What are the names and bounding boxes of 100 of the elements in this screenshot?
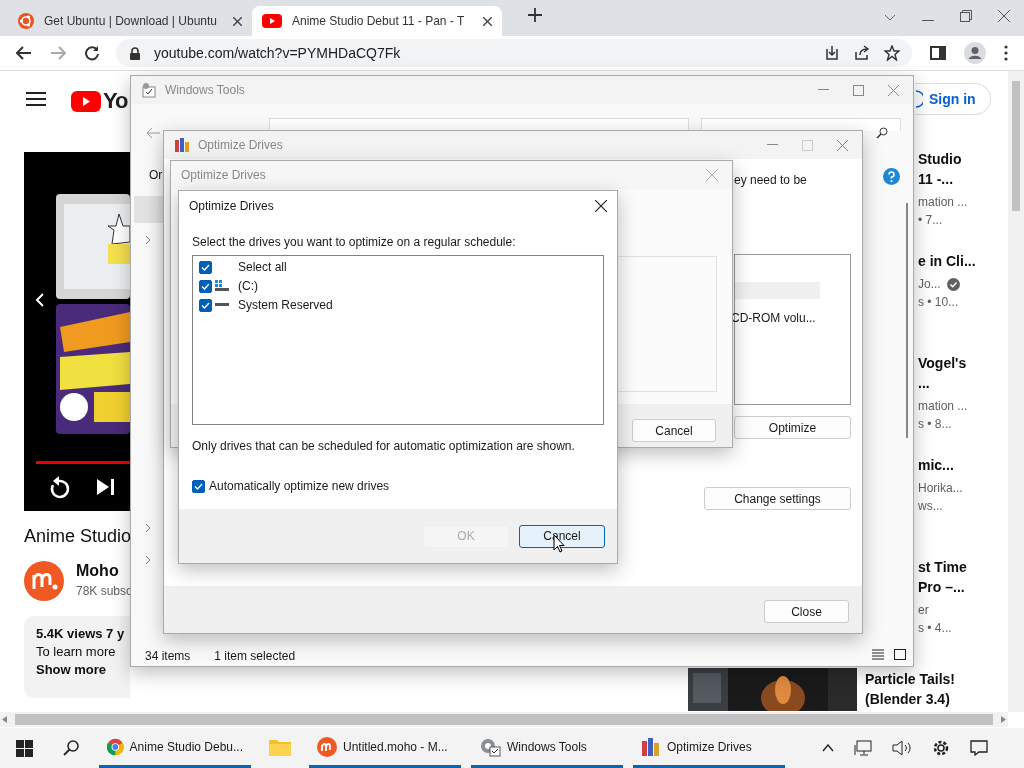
- taskbar-app[interactable]: Untitled.moho - M...: [309, 728, 461, 768]
- video-title[interactable]: (Blender 3.4): [865, 689, 955, 709]
- replay-icon[interactable]: [48, 476, 70, 500]
- scrollbar[interactable]: [0, 712, 1008, 727]
- video-meta: s • 8...: [918, 416, 953, 433]
- defrag-icon: [641, 736, 661, 757]
- description-box[interactable]: 5.4K views 7 y To learn more Show more: [24, 616, 130, 698]
- close-button[interactable]: Close: [764, 600, 849, 623]
- menu-icon[interactable]: [26, 92, 46, 106]
- search-icon[interactable]: [63, 740, 79, 756]
- video-title[interactable]: Studio: [918, 149, 976, 169]
- scrollbar[interactable]: [1008, 71, 1024, 712]
- youtube-icon: [262, 14, 282, 28]
- moho-icon: [317, 736, 337, 757]
- video-title[interactable]: Pro –...: [918, 577, 976, 597]
- maximize-icon[interactable]: [853, 84, 864, 96]
- chevron-up-icon[interactable]: [822, 744, 834, 752]
- taskbar-app[interactable]: Optimize Drives: [633, 728, 785, 768]
- chevron-right-icon[interactable]: [145, 555, 151, 565]
- channel-name[interactable]: Moho: [76, 562, 119, 580]
- drive-label: System Reserved: [238, 298, 333, 312]
- video-meta: • 7...: [918, 212, 944, 229]
- dialog-title: Optimize Drives: [189, 199, 274, 213]
- taskbar-app[interactable]: Windows Tools: [471, 728, 623, 768]
- gear-icon: [479, 736, 501, 757]
- details-view-icon[interactable]: [872, 649, 884, 660]
- video-title[interactable]: Vogel's: [918, 353, 976, 373]
- description-text: To learn more: [36, 644, 116, 659]
- more-icon[interactable]: [1004, 45, 1008, 61]
- settings-icon[interactable]: [932, 739, 950, 757]
- close-icon[interactable]: [233, 16, 242, 26]
- star-icon[interactable]: [884, 45, 900, 61]
- video-title[interactable]: st Time: [918, 557, 976, 577]
- checkbox[interactable]: [199, 298, 212, 312]
- close-icon[interactable]: [483, 16, 492, 26]
- network-icon[interactable]: [854, 740, 872, 756]
- video-meta: ws...: [918, 498, 944, 515]
- profile-icon[interactable]: [964, 42, 986, 64]
- prompt-text: Select the drives you want to optimize on a regular schedule:: [192, 235, 517, 249]
- change-settings-button[interactable]: Change settings: [704, 487, 851, 510]
- notification-icon[interactable]: [970, 740, 988, 756]
- minimize-icon[interactable]: [922, 20, 934, 22]
- youtube-icon: [71, 90, 101, 112]
- new-tab-icon[interactable]: [528, 8, 542, 22]
- drive-label: Select all: [238, 260, 287, 274]
- chrome-icon: [107, 736, 124, 757]
- ubuntu-icon: [18, 13, 34, 29]
- drive-icon: [215, 303, 229, 307]
- video-title[interactable]: ...: [918, 373, 976, 393]
- chevron-left-icon[interactable]: [35, 293, 44, 307]
- video-meta: s • 10...: [918, 294, 960, 311]
- channel-name: Jo...: [918, 276, 941, 293]
- drive-list[interactable]: Select all (C:) System Reserved: [192, 255, 604, 425]
- scrollbar[interactable]: [906, 203, 908, 438]
- chevron-right-icon[interactable]: [145, 235, 151, 245]
- restore-icon[interactable]: [960, 10, 972, 22]
- channel-avatar[interactable]: [24, 561, 64, 601]
- optimize-button[interactable]: Optimize: [734, 416, 851, 439]
- reload-icon[interactable]: [84, 45, 100, 61]
- scroll-right-icon[interactable]: [999, 716, 1008, 723]
- video-title[interactable]: mic...: [918, 455, 976, 475]
- minimize-icon[interactable]: [767, 144, 778, 146]
- checkbox[interactable]: [192, 479, 205, 493]
- video-title[interactable]: Particle Tails!: [865, 669, 955, 689]
- install-icon[interactable]: [824, 45, 840, 61]
- start-icon[interactable]: [16, 739, 33, 757]
- show-more-link[interactable]: Show more: [36, 662, 107, 677]
- drive-list[interactable]: CD-ROM volu...: [734, 254, 851, 405]
- checkbox[interactable]: [199, 260, 212, 274]
- tiles-view-icon[interactable]: [894, 649, 906, 660]
- tab-title: Anime Studio Debut 11 - Pan - T: [292, 14, 466, 28]
- cancel-button[interactable]: Cancel: [632, 419, 716, 442]
- minimize-icon[interactable]: [818, 89, 829, 91]
- defrag-icon: [174, 137, 190, 153]
- scroll-left-icon[interactable]: [0, 716, 9, 723]
- drive-icon: [215, 280, 229, 292]
- checkbox[interactable]: [199, 279, 212, 293]
- search-icon[interactable]: [876, 127, 888, 139]
- side-panel-icon[interactable]: [930, 46, 946, 60]
- chevron-down-icon[interactable]: [884, 14, 896, 22]
- close-icon[interactable]: [595, 200, 607, 212]
- video-title[interactable]: 11 -...: [918, 169, 976, 189]
- next-icon[interactable]: [97, 479, 115, 495]
- back-icon[interactable]: [16, 46, 32, 60]
- list-item[interactable]: CD-ROM volu...: [731, 311, 850, 325]
- share-icon[interactable]: [854, 45, 870, 61]
- taskbar-app[interactable]: Anime Studio Debu...: [99, 728, 251, 768]
- address-bar[interactable]: youtube.com/watch?v=PYMHDaCQ7Fk: [116, 39, 912, 67]
- chevron-right-icon[interactable]: [145, 523, 151, 533]
- channel-name: Horika...: [918, 480, 963, 497]
- browser-tab[interactable]: Get Ubuntu | Download | Ubuntu: [8, 6, 252, 36]
- help-icon[interactable]: [883, 168, 900, 185]
- video-meta: s • 4...: [918, 620, 953, 637]
- browser-tab[interactable]: Anime Studio Debut 11 - Pan - T: [252, 6, 502, 36]
- tools-icon: [141, 82, 157, 98]
- status-text: 1 item selected: [214, 649, 296, 663]
- status-text: 34 items: [145, 649, 191, 663]
- volume-icon[interactable]: [892, 740, 912, 756]
- video-title[interactable]: e in Cli...: [918, 251, 976, 271]
- organize-menu[interactable]: Or: [149, 168, 163, 182]
